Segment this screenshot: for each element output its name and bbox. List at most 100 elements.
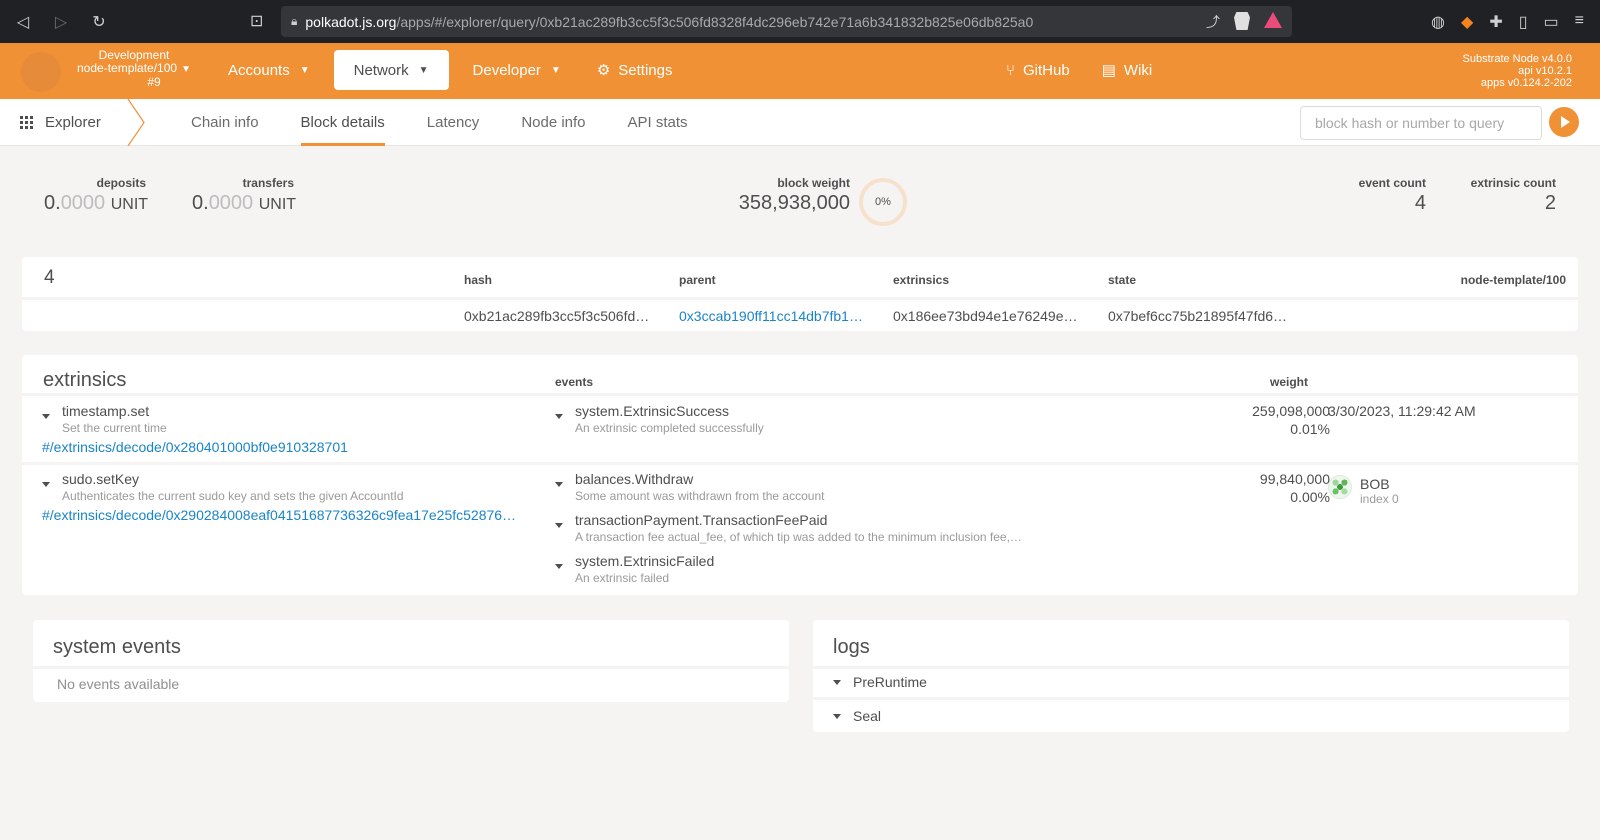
menu-settings[interactable]: ⚙ Settings: [579, 50, 691, 90]
tab-node-info[interactable]: Node info: [500, 99, 606, 146]
app-top-bar: Development node-template/100 ▼ #9 Accoun…: [0, 43, 1600, 99]
extrinsics-root-value: 0x186ee73bd94e1e76249e…: [893, 308, 1078, 324]
metamask-icon[interactable]: ◆: [1461, 12, 1473, 32]
event-description: An extrinsic completed successfully: [575, 421, 764, 435]
account-identicon[interactable]: [1328, 475, 1352, 499]
extrinsic-description: Authenticates the current sudo key and s…: [62, 489, 404, 503]
block-hash-value: 0xb21ac289fb3cc5f3c506fd…: [464, 308, 650, 324]
sidebar-icon[interactable]: ▯: [1519, 12, 1528, 32]
wallet-icon[interactable]: ▭: [1544, 12, 1559, 32]
extrinsic-decode-link[interactable]: #/extrinsics/decode/0x280401000bf0e91032…: [42, 439, 522, 455]
chevron-divider-icon: [127, 99, 145, 146]
brave-rewards-icon[interactable]: [1264, 12, 1282, 28]
block-header-table: 4 hash parent extrinsics state node-temp…: [22, 257, 1578, 331]
log-item-seal[interactable]: Seal: [833, 708, 881, 724]
extrinsic-weight-percent: 0.01%: [1290, 421, 1330, 437]
explorer-label: Explorer: [45, 114, 101, 131]
extrinsic-decode-link[interactable]: #/extrinsics/decode/0x290284008eaf041516…: [42, 507, 522, 523]
extrinsic-weight-percent: 0.00%: [1290, 489, 1330, 505]
chain-node: node-template/100: [77, 61, 178, 75]
transfers-unit: UNIT: [258, 196, 297, 213]
expand-toggle-icon[interactable]: [42, 482, 50, 487]
event-name: system.ExtrinsicFailed: [575, 553, 715, 569]
forward-icon[interactable]: ▷: [46, 7, 76, 37]
tab-chain-info[interactable]: Chain info: [170, 99, 280, 146]
event-count-label: event count: [1358, 176, 1426, 190]
apps-version: apps v0.124.2-202: [1480, 77, 1572, 89]
query-play-button[interactable]: [1549, 107, 1579, 137]
expand-toggle-icon: [833, 679, 841, 685]
logs-card: logs PreRuntime Seal: [813, 620, 1569, 732]
event-count-value: 4: [1414, 192, 1426, 214]
share-icon[interactable]: ⤴: [1206, 12, 1220, 32]
menu-icon[interactable]: ≡: [1575, 12, 1584, 32]
parent-header: parent: [679, 273, 716, 287]
extensions-icon[interactable]: ✚: [1489, 12, 1502, 32]
weight-header: weight: [1270, 375, 1308, 389]
node-header: node-template/100: [1460, 273, 1566, 287]
row-divider: [813, 697, 1569, 700]
tab-block-details[interactable]: Block details: [280, 99, 406, 146]
chain-logo[interactable]: [21, 52, 61, 92]
url-path: /apps/#/explorer/query/0xb21ac289fb3cc5f…: [396, 13, 1034, 30]
expand-toggle-icon[interactable]: [555, 564, 563, 569]
transfers-stat: transfers 0.0000 UNIT: [192, 176, 297, 215]
extrinsics-table: extrinsics events weight timestamp.set S…: [22, 355, 1578, 595]
extrinsic-count-label: extrinsic count: [1470, 176, 1556, 190]
globe-icon[interactable]: ◍: [1431, 12, 1445, 32]
signer-account-name[interactable]: BOB: [1360, 476, 1390, 492]
grid-icon: [20, 116, 33, 129]
tab-api-stats[interactable]: API stats: [607, 99, 709, 146]
github-link[interactable]: ⑂ GitHub: [990, 50, 1086, 90]
signer-account-index: index 0: [1360, 492, 1399, 506]
log-item-label: PreRuntime: [853, 674, 927, 690]
menu-accounts[interactable]: Accounts ▼: [210, 50, 328, 90]
row-divider: [22, 393, 1578, 396]
system-events-title: system events: [53, 636, 181, 658]
expand-toggle-icon[interactable]: [555, 482, 563, 487]
address-bar[interactable]: 🔒︎ polkadot.js.org /apps/#/explorer/quer…: [281, 6, 1292, 37]
wiki-link[interactable]: ▤ Wiki: [1086, 50, 1169, 90]
menu-developer-label: Developer: [472, 61, 541, 79]
expand-toggle-icon: [833, 713, 841, 719]
menu-accounts-label: Accounts: [228, 61, 290, 79]
gears-icon: ⚙: [596, 62, 611, 79]
reload-icon[interactable]: ↻: [84, 7, 114, 37]
back-icon[interactable]: ◁: [8, 7, 38, 37]
log-item-label: Seal: [853, 708, 882, 724]
caret-down-icon: ▼: [550, 64, 561, 76]
block-summary: deposits 0.0000 UNIT transfers 0.0000 UN…: [0, 176, 1600, 236]
row-divider: [33, 666, 789, 669]
event-name: system.ExtrinsicSuccess: [575, 403, 730, 419]
browser-toolbar: ◁ ▷ ↻ ⊡ 🔒︎ polkadot.js.org /apps/#/explo…: [0, 0, 1600, 43]
bookmark-icon[interactable]: ⊡: [250, 11, 263, 31]
menu-developer[interactable]: Developer ▼: [455, 50, 579, 90]
menu-network[interactable]: Network ▼: [333, 50, 449, 90]
expand-toggle-icon[interactable]: [555, 523, 563, 528]
event-name: transactionPayment.TransactionFeePaid: [575, 512, 828, 528]
brave-shield-icon[interactable]: [1234, 12, 1250, 30]
tab-latency[interactable]: Latency: [406, 99, 501, 146]
parent-hash-link[interactable]: 0x3ccab190ff11cc14db7fb1…: [679, 308, 865, 324]
deposits-decimal: 0000: [60, 192, 106, 214]
wiki-label: Wiki: [1123, 61, 1153, 79]
block-weight-value: 358,938,000: [738, 192, 850, 214]
chain-selector[interactable]: Development node-template/100 ▼ #9: [74, 49, 194, 89]
chevron-down-icon: ▼: [181, 64, 191, 75]
extrinsic-count-value: 2: [1544, 192, 1556, 214]
deposits-unit: UNIT: [110, 196, 149, 213]
log-item-preruntime[interactable]: PreRuntime: [833, 674, 927, 690]
empty-events-message: No events available: [57, 676, 180, 692]
code-branch-icon: ⑂: [1006, 61, 1016, 79]
transfers-value: 0.0000 UNIT: [192, 192, 297, 215]
state-root-value: 0x7bef6cc75b21895f47fd6e…: [1108, 308, 1294, 324]
row-divider: [22, 462, 1578, 465]
block-query-input[interactable]: [1300, 106, 1542, 140]
explorer-section[interactable]: Explorer: [20, 99, 101, 146]
chain-block: #9: [147, 75, 161, 89]
caret-down-icon: ▼: [418, 64, 429, 76]
expand-toggle-icon[interactable]: [42, 414, 50, 419]
caret-down-icon: ▼: [299, 64, 310, 76]
extrinsic-method: timestamp.set: [62, 403, 150, 419]
expand-toggle-icon[interactable]: [555, 414, 563, 419]
